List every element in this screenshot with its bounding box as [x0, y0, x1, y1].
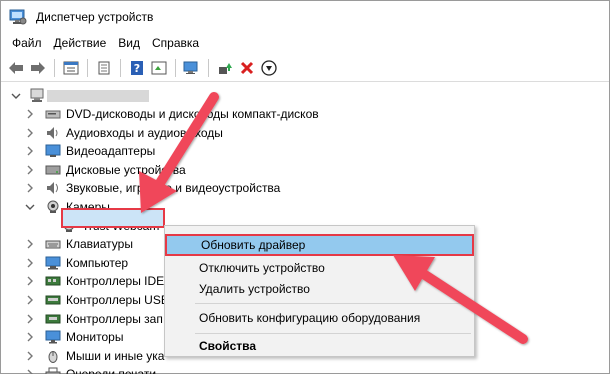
keyboard-icon [45, 237, 61, 251]
toolbar-separator [120, 58, 121, 77]
forward-arrow-icon[interactable] [27, 57, 49, 79]
disable-device-icon[interactable] [258, 57, 280, 79]
action-pane-icon[interactable] [148, 57, 170, 79]
ctx-scan-hardware[interactable]: Обновить конфигурацию оборудования [165, 307, 474, 329]
tree-item-label: Мыши и иные ука [66, 348, 165, 363]
chevron-right-icon[interactable] [25, 165, 35, 175]
ctx-separator [195, 303, 471, 304]
toolbar: ? [1, 54, 609, 82]
tree-item-label: Аудиовходы и аудиовыходы [66, 125, 223, 140]
menu-bar: Файл Действие Вид Справка [1, 33, 609, 53]
chevron-right-icon[interactable] [25, 295, 35, 305]
dvd-icon [45, 107, 61, 121]
tree-item-label: Контроллеры зап [66, 311, 163, 326]
computer-icon [29, 88, 45, 102]
tree-item-label: Контроллеры IDE [66, 274, 165, 289]
toolbar-separator [54, 58, 55, 77]
menu-help[interactable]: Справка [146, 33, 205, 53]
chevron-down-icon[interactable] [25, 202, 35, 212]
mouse-icon [45, 349, 61, 363]
tree-item-label: Звуковые, игровые и видеоустройства [66, 181, 281, 196]
toolbar-separator [208, 58, 209, 77]
display-adapter-icon [45, 144, 61, 158]
ide-icon [45, 274, 61, 288]
toolbar-separator [87, 58, 88, 77]
ctx-disable-device[interactable]: Отключить устройство [165, 257, 474, 279]
menu-file[interactable]: Файл [6, 33, 48, 53]
storage-icon [45, 312, 61, 326]
svg-text:?: ? [134, 62, 140, 75]
menu-view[interactable]: Вид [112, 33, 146, 53]
uninstall-icon[interactable] [236, 57, 258, 79]
tree-item-label: Контроллеры USB [66, 293, 169, 307]
printer-icon [45, 367, 61, 374]
chevron-right-icon[interactable] [25, 351, 35, 361]
ctx-update-driver[interactable]: Обновить драйвер [165, 234, 474, 256]
update-driver-icon[interactable] [214, 57, 236, 79]
menu-action[interactable]: Действие [48, 33, 113, 53]
chevron-down-icon[interactable] [11, 91, 21, 101]
device-manager-window: Диспетчер устройств Файл Действие Вид Сп… [0, 0, 610, 374]
title-bar: Диспетчер устройств [1, 1, 609, 33]
tree-item-label: DVD-дисководы и дисководы компакт-дисков [66, 107, 319, 121]
ctx-separator [195, 333, 471, 334]
chevron-right-icon[interactable] [25, 314, 35, 324]
chevron-right-icon[interactable] [25, 109, 35, 119]
computer-name-blurred [47, 90, 149, 102]
speaker-icon [45, 126, 61, 140]
toolbar-separator [175, 58, 176, 77]
help-icon[interactable]: ? [126, 57, 148, 79]
tree-item-label: Видеоадаптеры [66, 144, 156, 159]
device-manager-icon [9, 9, 27, 25]
usb-icon [45, 293, 61, 307]
chevron-right-icon[interactable] [25, 146, 35, 156]
chevron-right-icon[interactable] [25, 276, 35, 286]
monitor-icon [45, 330, 61, 344]
chevron-right-icon[interactable] [25, 183, 35, 193]
context-menu: Обновить драйвер Отключить устройство Уд… [164, 225, 475, 357]
sound-icon [45, 181, 61, 195]
tree-item-label: Клавиатуры [66, 237, 133, 252]
camera-icon [45, 200, 61, 214]
chevron-right-icon[interactable] [25, 369, 35, 374]
disk-drive-icon [45, 163, 61, 177]
tree-item-label: Очереди печати [66, 365, 156, 374]
chevron-right-icon[interactable] [25, 332, 35, 342]
tree-item-label: Компьютер [66, 255, 129, 270]
chevron-right-icon[interactable] [25, 258, 35, 268]
chevron-right-icon[interactable] [25, 128, 35, 138]
computer-icon [45, 256, 61, 270]
chevron-right-icon[interactable] [25, 239, 35, 249]
window-title: Диспетчер устройств [36, 10, 154, 24]
console-tree-icon[interactable] [60, 57, 82, 79]
tree-item-label: Дисковые устройства [66, 162, 186, 177]
ctx-uninstall-device[interactable]: Удалить устройство [165, 278, 474, 300]
scan-hardware-icon[interactable] [181, 57, 203, 79]
ctx-properties[interactable]: Свойства [165, 335, 474, 357]
selected-device-highlight [61, 208, 165, 228]
properties-icon[interactable] [93, 57, 115, 79]
back-arrow-icon[interactable] [5, 57, 27, 79]
tree-item-label: Мониторы [66, 330, 124, 345]
